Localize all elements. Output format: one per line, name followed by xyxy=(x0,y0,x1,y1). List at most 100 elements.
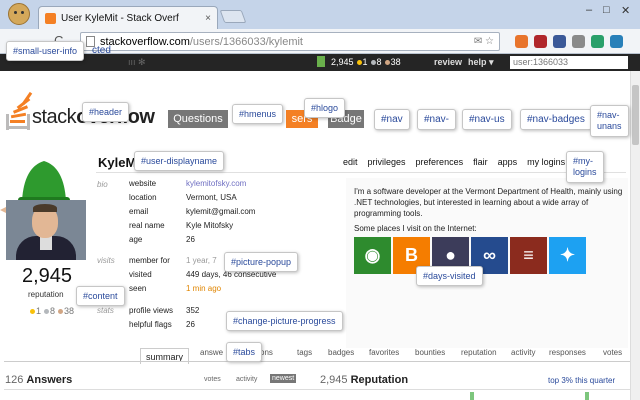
silver-count: 8 xyxy=(50,306,56,316)
user-link[interactable]: preferences xyxy=(416,157,464,167)
sort-votes[interactable]: votes xyxy=(204,376,221,383)
extension-icon[interactable] xyxy=(572,35,585,48)
topbar-search-input[interactable]: user:1366033 xyxy=(510,56,628,69)
tooltip-content: #content xyxy=(76,286,125,306)
tooltip-my-logins: #my-logins xyxy=(566,151,604,183)
tab-responses[interactable]: responses xyxy=(549,348,586,357)
tab-activity[interactable]: activity xyxy=(511,348,535,357)
sort-newest[interactable]: newest xyxy=(270,374,297,383)
tab-close-icon[interactable]: × xyxy=(205,13,211,24)
gold-badge-icon xyxy=(30,308,35,314)
user-link[interactable]: flair xyxy=(473,157,488,167)
section-divider xyxy=(4,389,630,390)
user-avatar[interactable] xyxy=(6,200,86,260)
answers-count: 126 xyxy=(5,374,24,386)
bronze-badge-icon xyxy=(58,308,64,314)
answers-title: Answers xyxy=(26,374,73,386)
tooltip-hlogo: #hlogo xyxy=(304,98,346,118)
url-host: stackoverflow.com xyxy=(100,35,190,48)
bio-section-label: bio xyxy=(97,180,108,189)
tooltip-text: unans xyxy=(597,121,622,131)
reputation-section-value: 2,945 xyxy=(320,374,348,386)
window-close-icon[interactable]: ✕ xyxy=(621,4,630,17)
service-link-stackexchange[interactable]: ≡ xyxy=(510,237,547,274)
about-text-line: .NET technologies, but interested in lea… xyxy=(354,198,589,207)
tabs-divider xyxy=(4,361,630,362)
logo-prefix: stack xyxy=(32,106,77,128)
tab-answers[interactable]: answe xyxy=(200,348,223,357)
maximize-icon[interactable]: □ xyxy=(603,4,610,16)
service-link-twitter[interactable]: ✦ xyxy=(549,237,586,274)
tab-reputation[interactable]: reputation xyxy=(461,348,497,357)
user-link[interactable]: apps xyxy=(498,157,518,167)
inbox-icon[interactable] xyxy=(317,56,325,67)
scroll-thumb[interactable] xyxy=(632,85,639,145)
stackoverflow-logo[interactable]: stackoverflow xyxy=(6,88,156,132)
tooltip-small-user-info-tail: cted xyxy=(92,45,111,56)
reputation-section-title: Reputation xyxy=(350,374,409,386)
extension-icon[interactable] xyxy=(591,35,604,48)
gold-badge-icon xyxy=(356,59,362,65)
tooltip-user-displayname: #user-displayname xyxy=(134,151,225,171)
extension-icon[interactable] xyxy=(534,35,547,48)
bronze-count: 38 xyxy=(64,306,75,316)
page-scrollbar[interactable] xyxy=(630,71,640,400)
visits-value: 1 min ago xyxy=(186,284,222,293)
bookmark-star-icon[interactable]: ✉ ☆ xyxy=(474,36,494,47)
user-link[interactable]: privileges xyxy=(368,157,406,167)
browser-tab[interactable]: User KyleMit - Stack Overf × xyxy=(38,6,218,29)
topbar-icons[interactable]: ııı ✻ xyxy=(128,57,146,68)
user-link[interactable]: my logins xyxy=(527,157,565,167)
globe-icon: ◉ xyxy=(364,245,381,265)
divider xyxy=(96,172,626,173)
user-badge-counts[interactable]: 1 8 38 xyxy=(27,306,74,316)
visits-key: seen xyxy=(129,284,147,293)
tab-bounties[interactable]: bounties xyxy=(415,348,445,357)
tooltip-picture-popup: #picture-popup xyxy=(224,252,299,272)
bio-key: website xyxy=(129,179,157,188)
tab-favorites[interactable]: favorites xyxy=(369,348,399,357)
topbar-gold-count: 1 xyxy=(362,57,368,67)
tab-votes[interactable]: votes xyxy=(603,348,622,357)
about-text-line: I'm a software developer at the Vermont … xyxy=(354,187,623,196)
user-reputation: 2,945 xyxy=(22,265,73,287)
bronze-badge-icon xyxy=(384,59,390,65)
browser-tabstrip: User KyleMit - Stack Overf × – □ ✕ xyxy=(0,0,640,29)
bio-value: Kyle Mitofsky xyxy=(186,221,234,230)
visits-key: visited xyxy=(129,270,152,279)
tab-badges[interactable]: badges xyxy=(328,348,354,357)
minimize-icon[interactable]: – xyxy=(586,4,592,16)
gold-count: 1 xyxy=(36,306,42,316)
user-link[interactable]: edit xyxy=(343,157,358,167)
tooltip-nav-questions: #nav- xyxy=(417,109,457,130)
bio-value: Vermont, USA xyxy=(186,193,237,202)
extension-icon[interactable] xyxy=(610,35,623,48)
bio-value[interactable]: kylemitofsky.com xyxy=(186,179,246,188)
user-links: edit privileges preferences flair apps my log… xyxy=(343,157,577,167)
url-text[interactable]: stackoverflow.com/users/1366033/kylemit xyxy=(100,36,469,48)
tooltip-nav-badges: #nav-badges xyxy=(520,109,592,130)
tooltip-hmenus: #hmenus xyxy=(232,104,284,124)
nav-questions[interactable]: Questions xyxy=(168,110,228,128)
new-tab-button[interactable] xyxy=(219,10,247,23)
bio-key: real name xyxy=(129,221,165,230)
tab-tags[interactable]: tags xyxy=(297,348,312,357)
bio-value: 26 xyxy=(186,235,195,244)
review-link[interactable]: review xyxy=(434,57,462,67)
reputation-heading: 2,945 Reputation xyxy=(320,374,408,386)
chrome-profile-avatar[interactable] xyxy=(8,3,30,25)
service-link-globe[interactable]: ◉ xyxy=(354,237,391,274)
tooltip-change-picture-progress: #change-picture-progress xyxy=(226,311,343,331)
logo-stack-icon xyxy=(6,88,33,132)
address-bar[interactable]: stackoverflow.com/users/1366033/kylemit … xyxy=(80,32,500,51)
sort-activity[interactable]: activity xyxy=(236,376,257,383)
extension-icon[interactable] xyxy=(553,35,566,48)
tooltip-nav: #nav xyxy=(374,109,410,130)
help-menu[interactable]: help ▾ xyxy=(468,57,494,68)
extension-icon[interactable] xyxy=(515,35,528,48)
stats-value: 26 xyxy=(186,320,195,329)
top-percent-link[interactable]: top 3% this quarter xyxy=(548,376,615,385)
stats-section-label: stats xyxy=(97,306,114,315)
topbar-reputation[interactable]: 2,945 1 8 38 xyxy=(331,57,401,67)
bio-key: age xyxy=(129,235,143,244)
